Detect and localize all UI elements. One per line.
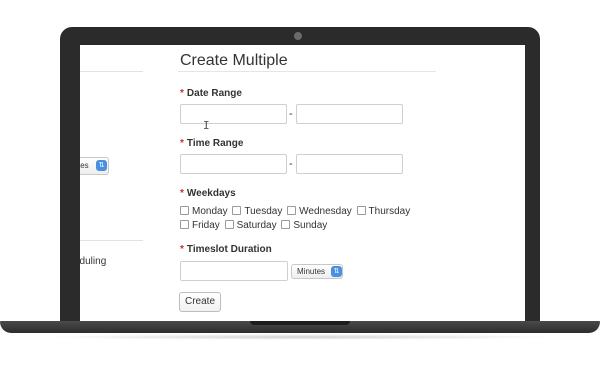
checkbox-icon: [224, 220, 234, 229]
divider: [80, 71, 143, 72]
required-marker: *: [180, 88, 184, 99]
divider: [80, 240, 143, 241]
weekdays-label: * Weekdays: [180, 188, 236, 199]
updown-arrows-icon: ⇅: [331, 266, 342, 277]
text-cursor-icon: I: [203, 119, 210, 132]
checkbox-icon: [287, 206, 297, 215]
checkbox-icon: [180, 206, 189, 215]
weekday-checkbox-friday[interactable]: Friday: [180, 220, 220, 231]
checkbox-icon: [180, 220, 189, 229]
left-select-value: tes: [80, 161, 89, 170]
time-range-label: * Time Range: [180, 138, 244, 149]
weekday-checkbox-tuesday[interactable]: Tuesday: [232, 206, 282, 217]
checkbox-icon: [281, 220, 291, 229]
required-marker: *: [180, 138, 184, 149]
required-marker: *: [180, 188, 184, 199]
timeslot-duration-label: * Timeslot Duration: [180, 244, 272, 255]
timeslot-duration-input[interactable]: [180, 261, 288, 281]
create-button[interactable]: Create: [179, 292, 222, 312]
weekday-checkbox-sunday[interactable]: Sunday: [281, 220, 327, 231]
checkbox-icon: [232, 206, 242, 215]
weekday-checkbox-wednesday[interactable]: Wednesday: [287, 206, 352, 217]
time-range-start-input[interactable]: [180, 154, 287, 174]
left-select[interactable]: tes ⇅: [80, 157, 109, 175]
duration-unit-select[interactable]: Minutes ⇅: [291, 264, 343, 279]
laptop-shadow: [40, 334, 560, 340]
weekdays-row-1: Monday Tuesday Wednesday Thursday: [180, 206, 412, 217]
weekday-checkbox-saturday[interactable]: Saturday: [224, 220, 277, 231]
date-range-label: * Date Range: [180, 88, 242, 99]
webcam: [294, 32, 302, 40]
sidebar-link[interactable]: eduling: [80, 256, 106, 267]
required-marker: *: [180, 244, 184, 255]
weekday-checkbox-monday[interactable]: Monday: [180, 206, 228, 217]
screen: tes ⇅ eduling Create Multiple *Date Rang…: [80, 45, 525, 321]
duration-unit-value: Minutes: [297, 267, 326, 276]
date-range-end-input[interactable]: [296, 104, 403, 124]
page-title: Create Multiple: [180, 52, 288, 69]
date-range-start-input[interactable]: [180, 104, 287, 124]
weekday-checkbox-thursday[interactable]: Thursday: [356, 206, 410, 217]
time-range-separator: -: [289, 158, 293, 170]
weekdays-row-2: Friday Saturday Sunday: [180, 220, 329, 231]
laptop-base-notch: [250, 321, 350, 325]
updown-arrows-icon: ⇅: [96, 160, 107, 171]
title-divider: [178, 71, 436, 72]
time-range-end-input[interactable]: [296, 154, 403, 174]
date-range-separator: -: [289, 108, 293, 120]
checkbox-icon: [356, 206, 366, 215]
